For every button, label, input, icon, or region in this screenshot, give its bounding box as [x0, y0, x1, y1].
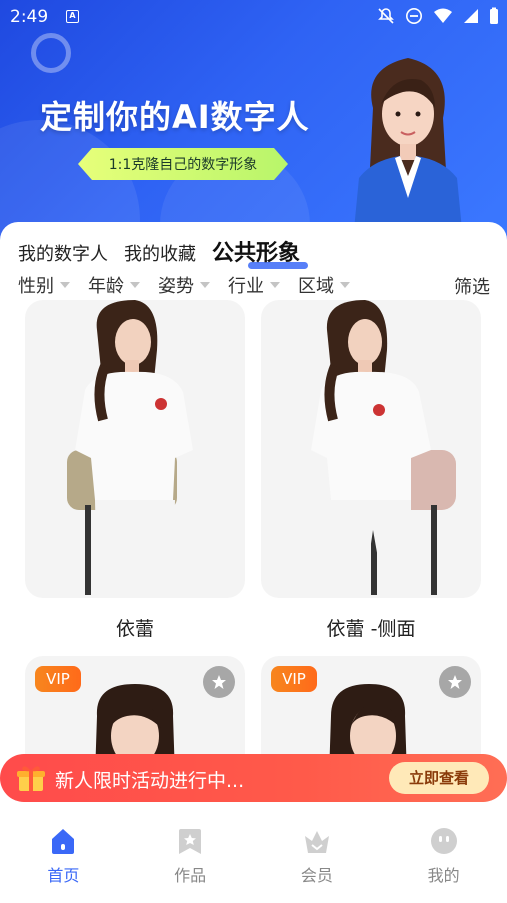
- app-notification-icon: A: [66, 10, 79, 23]
- filter-label: 年龄: [88, 276, 124, 297]
- status-icons: [377, 7, 499, 29]
- ring-decoration: [31, 33, 71, 73]
- category-tabs: 我的数字人 我的收藏 公共形象: [18, 235, 309, 269]
- nav-home[interactable]: 首页: [0, 812, 127, 903]
- nav-label: 会员: [300, 866, 333, 885]
- signal-icon: [463, 7, 479, 29]
- bottom-navigation: 首页 作品 会员 我的: [0, 812, 507, 903]
- favorite-button[interactable]: [439, 666, 471, 698]
- avatar-card[interactable]: [25, 300, 245, 598]
- avatar-card[interactable]: [261, 300, 481, 598]
- vip-crown-icon: [304, 831, 329, 853]
- dropdown-arrow-icon: [270, 282, 280, 288]
- card-title: 依蕾: [115, 618, 154, 640]
- avatar-thumbnail: [311, 300, 456, 598]
- dnd-icon: [405, 7, 423, 29]
- nav-label: 作品: [174, 866, 207, 885]
- dropdown-arrow-icon: [130, 282, 140, 288]
- vip-badge: VIP: [271, 666, 317, 692]
- avatar-thumbnail: [67, 300, 193, 598]
- filter-age[interactable]: 年龄: [88, 272, 140, 298]
- tab-my-favorites[interactable]: 我的收藏: [124, 240, 196, 266]
- view-now-button[interactable]: 立即查看: [389, 762, 489, 794]
- dropdown-arrow-icon: [200, 282, 210, 288]
- mute-icon: [377, 7, 395, 29]
- filter-region[interactable]: 区域: [298, 272, 350, 298]
- filter-label: 行业: [228, 276, 264, 297]
- nav-label: 首页: [47, 866, 80, 885]
- filter-industry[interactable]: 行业: [228, 272, 280, 298]
- banner-subtitle-pill: 1:1克隆自己的数字形象: [78, 148, 288, 180]
- nav-profile[interactable]: 我的: [380, 812, 507, 903]
- nav-label: 我的: [427, 866, 460, 885]
- filter-gender[interactable]: 性别: [18, 272, 70, 298]
- promo-banner[interactable]: 新人限时活动进行中... 立即查看: [0, 754, 507, 802]
- filter-bar: 性别 年龄 姿势 行业 区域 筛选: [18, 272, 490, 299]
- filter-label: 性别: [18, 276, 54, 297]
- nav-works[interactable]: 作品: [127, 812, 254, 903]
- status-bar: 2:49 A: [0, 0, 507, 34]
- gift-icon: [17, 766, 45, 791]
- home-icon: [52, 829, 75, 854]
- filter-label: 姿势: [158, 276, 194, 297]
- promo-text: 新人限时活动进行中...: [55, 770, 245, 792]
- dropdown-arrow-icon: [340, 282, 350, 288]
- filter-label: 区域: [298, 276, 334, 297]
- vip-badge: VIP: [35, 666, 81, 692]
- profile-icon: [430, 828, 457, 854]
- tab-my-digital-human[interactable]: 我的数字人: [18, 240, 108, 266]
- status-time: 2:49: [10, 7, 49, 27]
- tab-label: 公共形象: [212, 241, 301, 266]
- battery-icon: [489, 7, 499, 29]
- card-title: 依蕾 -侧面: [326, 618, 416, 640]
- digital-human-avatar: [353, 58, 463, 240]
- filter-pose[interactable]: 姿势: [158, 272, 210, 298]
- banner-title: 定制你的AI数字人: [40, 98, 310, 136]
- wifi-icon: [433, 7, 453, 29]
- favorite-button[interactable]: [203, 666, 235, 698]
- star-icon: [448, 675, 462, 689]
- nav-membership[interactable]: 会员: [254, 812, 381, 903]
- dropdown-arrow-icon: [60, 282, 70, 288]
- hero-banner[interactable]: 2:49 A 定制你的AI数字人 1:1克隆自己的数字形象: [0, 0, 507, 240]
- star-icon: [212, 675, 226, 689]
- works-icon: [179, 829, 202, 854]
- tab-public-avatars[interactable]: 公共形象: [212, 235, 309, 269]
- filter-button[interactable]: 筛选: [454, 273, 490, 299]
